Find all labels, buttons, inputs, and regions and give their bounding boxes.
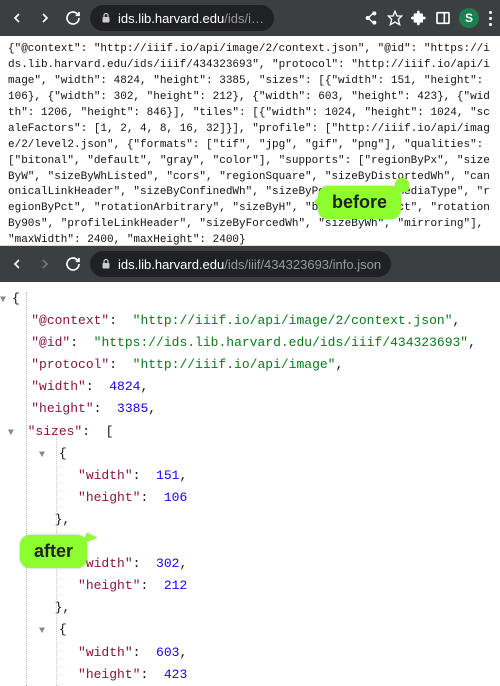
url-text: ids.lib.harvard.edu/ids/iiif/434323693/i… — [118, 257, 381, 272]
menu-button[interactable] — [487, 9, 494, 28]
url-bar[interactable]: ids.lib.harvard.edu/ids/i… — [90, 5, 274, 31]
forward-button[interactable] — [34, 7, 56, 29]
url-text: ids.lib.harvard.edu/ids/i… — [118, 11, 264, 26]
forward-button — [34, 253, 56, 275]
before-label: before — [318, 186, 401, 219]
raw-json-view: {"@context": "http://iiif.io/api/image/2… — [0, 36, 500, 246]
back-button[interactable] — [6, 7, 28, 29]
panel-icon[interactable] — [435, 10, 451, 26]
star-icon[interactable] — [387, 10, 403, 26]
profile-avatar[interactable]: S — [459, 8, 479, 28]
share-icon[interactable] — [363, 10, 379, 26]
refresh-button[interactable] — [62, 253, 84, 275]
lock-icon — [100, 258, 112, 270]
refresh-button[interactable] — [62, 7, 84, 29]
after-label: after — [20, 535, 87, 568]
bottom-browser-bar: ids.lib.harvard.edu/ids/iiif/434323693/i… — [0, 246, 500, 282]
url-bar[interactable]: ids.lib.harvard.edu/ids/iiif/434323693/i… — [90, 251, 391, 277]
top-browser-bar: ids.lib.harvard.edu/ids/i… S — [0, 0, 500, 36]
extension-icon[interactable] — [411, 10, 427, 26]
lock-icon — [100, 12, 112, 24]
formatted-json-view: ▼ { "@context": "http://iiif.io/api/imag… — [0, 282, 500, 686]
back-button[interactable] — [6, 253, 28, 275]
